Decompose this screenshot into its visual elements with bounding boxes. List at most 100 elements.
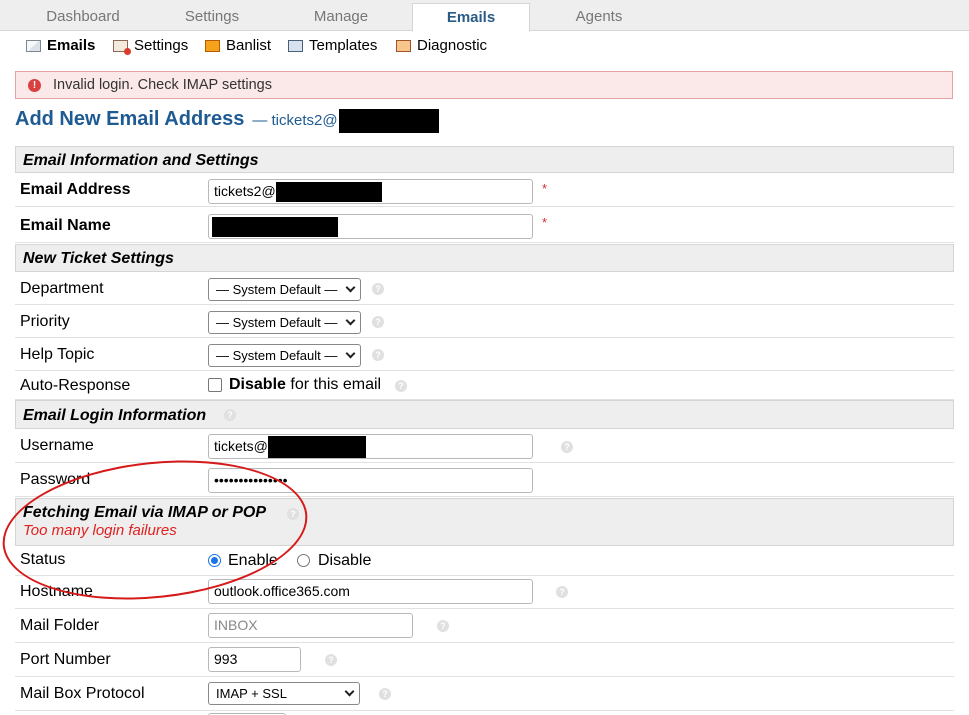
hostname-label: Hostname [20, 583, 93, 600]
help-icon[interactable]: ? [224, 409, 236, 421]
help-icon[interactable]: ? [325, 654, 337, 666]
hostname-input[interactable]: outlook.office365.com [208, 579, 533, 604]
port-value: 993 [214, 651, 238, 667]
protocol-value: IMAP + SSL [216, 686, 287, 701]
protocol-select[interactable]: IMAP + SSL [208, 682, 360, 705]
status-enable-radio[interactable] [208, 554, 221, 567]
tab-manage[interactable]: Manage [258, 6, 424, 31]
section-email-info: Email Information and Settings [15, 146, 954, 173]
subnav-diagnostic[interactable]: Diagnostic [396, 37, 487, 55]
diagnostic-icon [396, 40, 411, 52]
status-disable-radio[interactable] [297, 554, 310, 567]
row-department: Department — System Default — ? [15, 272, 954, 305]
chevron-down-icon [345, 315, 356, 326]
help-icon[interactable]: ? [379, 688, 391, 700]
priority-label: Priority [20, 313, 70, 330]
port-input[interactable]: 993 [208, 647, 301, 672]
subnav-emails[interactable]: Emails [26, 37, 95, 55]
subnav-settings[interactable]: Settings [113, 37, 188, 55]
subnav-emails-label: Emails [47, 37, 96, 54]
section-login-info-title: Email Login Information [23, 407, 207, 424]
section-ticket-settings-title: New Ticket Settings [23, 250, 174, 267]
row-next-partial [15, 711, 954, 715]
row-port: Port Number 993 ? [15, 643, 954, 677]
help-icon[interactable]: ? [287, 508, 299, 520]
row-priority: Priority — System Default — ? [15, 305, 954, 338]
tab-dashboard[interactable]: Dashboard [0, 6, 166, 31]
subnav-diagnostic-label: Diagnostic [417, 37, 488, 54]
department-select[interactable]: — System Default — [208, 278, 361, 301]
top-tab-bar: Dashboard Settings Manage Emails Agents [0, 0, 969, 32]
redacted-block [338, 109, 439, 133]
auto-response-disable-text: Disable [229, 376, 286, 393]
required-marker: * [542, 215, 548, 230]
auto-response-checkbox[interactable] [208, 378, 222, 392]
help-topic-select[interactable]: — System Default — [208, 344, 361, 367]
port-label: Port Number [20, 651, 111, 668]
email-name-label: Email Name [20, 217, 111, 234]
status-disable-text: Disable [318, 552, 372, 569]
tab-agents[interactable]: Agents [530, 6, 668, 31]
username-value: tickets@ [214, 438, 268, 454]
password-value: ••••••••••••••• [214, 472, 288, 488]
row-status: Status Enable Disable [15, 546, 954, 576]
auto-response-label: Auto-Response [20, 377, 131, 394]
email-address-input[interactable]: tickets2@ [208, 179, 533, 204]
subnav-templates[interactable]: Templates [288, 37, 377, 55]
row-help-topic: Help Topic — System Default — ? [15, 338, 954, 371]
row-password: Password ••••••••••••••• [15, 463, 954, 497]
chevron-down-icon [345, 282, 356, 293]
help-icon[interactable]: ? [372, 349, 384, 361]
page-subtitle: — tickets2@ [252, 112, 338, 129]
error-icon: ! [28, 78, 41, 92]
row-email-name: Email Name * [15, 207, 954, 243]
section-login-info: Email Login Information ? [15, 400, 954, 429]
section-ticket-settings: New Ticket Settings [15, 244, 954, 272]
subnav-banlist[interactable]: Banlist [205, 37, 271, 55]
help-topic-label: Help Topic [20, 346, 95, 363]
department-value: — System Default — [216, 282, 338, 297]
row-mail-folder: Mail Folder INBOX ? [15, 609, 954, 643]
subnav-banlist-label: Banlist [226, 37, 272, 54]
row-username: Username tickets@ ? [15, 429, 954, 463]
priority-select[interactable]: — System Default — [208, 311, 361, 334]
redacted-block [275, 182, 382, 203]
error-banner: ! Invalid login. Check IMAP settings [15, 71, 953, 99]
protocol-label: Mail Box Protocol [20, 685, 145, 702]
help-icon[interactable]: ? [561, 441, 573, 453]
error-message: Invalid login. Check IMAP settings [53, 77, 272, 93]
email-address-label: Email Address [20, 181, 131, 198]
required-marker: * [542, 181, 548, 196]
password-input[interactable]: ••••••••••••••• [208, 468, 533, 493]
email-name-input[interactable] [208, 214, 533, 239]
username-input[interactable]: tickets@ [208, 434, 533, 459]
section-email-info-title: Email Information and Settings [23, 152, 259, 169]
help-icon[interactable]: ? [372, 283, 384, 295]
email-address-value: tickets2@ [214, 183, 276, 199]
help-icon[interactable]: ? [437, 620, 449, 632]
envelope-icon [26, 40, 41, 52]
row-protocol: Mail Box Protocol IMAP + SSL ? [15, 677, 954, 711]
redacted-block [267, 436, 366, 458]
password-label: Password [20, 471, 91, 488]
sub-navigation: Emails Settings Banlist Templates Diagno… [0, 31, 969, 61]
row-auto-response: Auto-Response Disable for this email ? [15, 371, 954, 400]
redacted-block [212, 217, 338, 238]
help-icon[interactable]: ? [556, 586, 568, 598]
help-icon[interactable]: ? [395, 380, 407, 392]
auto-response-suffix: for this email [290, 376, 382, 393]
help-topic-value: — System Default — [216, 348, 338, 363]
tab-emails[interactable]: Emails [412, 3, 530, 32]
help-icon[interactable]: ? [372, 316, 384, 328]
section-fetching-title: Fetching Email via IMAP or POP [23, 504, 267, 521]
tab-settings[interactable]: Settings [166, 6, 258, 31]
mail-folder-input[interactable]: INBOX [208, 613, 413, 638]
row-email-address: Email Address tickets2@ * [15, 173, 954, 207]
status-enable-text: Enable [228, 552, 278, 569]
banlist-icon [205, 40, 220, 52]
subnav-templates-label: Templates [309, 37, 378, 54]
chevron-down-icon [345, 348, 356, 359]
mail-folder-label: Mail Folder [20, 617, 100, 634]
mail-folder-placeholder: INBOX [214, 617, 258, 633]
subnav-settings-label: Settings [134, 37, 189, 54]
